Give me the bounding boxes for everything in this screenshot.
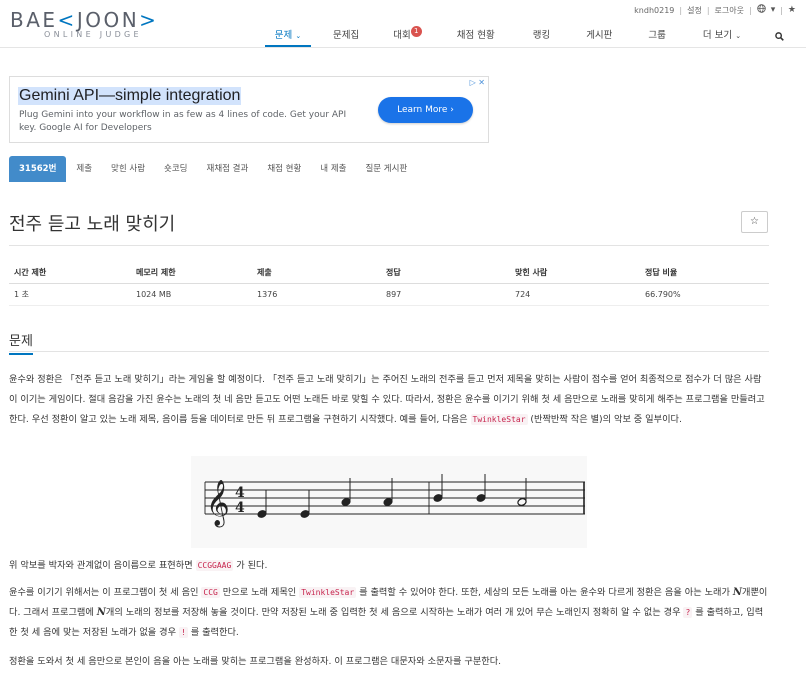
- search-icon[interactable]: [773, 29, 786, 47]
- table-cell: 1376: [257, 290, 278, 299]
- contest-count-badge: 1: [410, 26, 422, 37]
- logo-text-right: JOON: [76, 8, 140, 32]
- nav-item-problems[interactable]: 문제 ⌄: [265, 29, 311, 47]
- tab-question-board[interactable]: 질문 게시판: [356, 156, 416, 182]
- separator: |: [706, 5, 710, 15]
- tab-my-submissions[interactable]: 내 제출: [311, 156, 355, 182]
- inline-code: ?: [683, 607, 693, 618]
- nav-item-group[interactable]: 그룹: [646, 29, 667, 47]
- ad-choices-icon[interactable]: ▷ ✕: [470, 78, 485, 87]
- logo-bracket-icon: >: [139, 8, 159, 32]
- ad-learn-more-button[interactable]: Learn More ›: [378, 97, 473, 123]
- problem-paragraph: 위 악보를 박자와 관계없이 음이름으로 표현하면 CCGGAAG 가 된다.: [9, 556, 769, 576]
- table-cell: 1 초: [14, 290, 29, 299]
- table-header-cell: 정답 비율: [645, 268, 678, 277]
- inline-code: TwinkleStar: [470, 414, 528, 425]
- separator: |: [780, 5, 783, 15]
- table-header-cell: 맞힌 사람: [515, 268, 548, 277]
- paragraph-text: 윤수를 이기기 위해서는 이 프로그램이 첫 세 음인: [9, 587, 202, 598]
- nav-item-ranking[interactable]: 랭킹: [531, 29, 552, 47]
- table-cell: 1024 MB: [136, 290, 172, 299]
- tab-submit[interactable]: 제출: [67, 156, 101, 182]
- page-title: 전주 듣고 노래 맞히기: [9, 214, 176, 235]
- inline-code: CCGGAAG: [195, 560, 234, 571]
- table-header-cell: 정답: [386, 268, 401, 277]
- paragraph-text: 를 출력할 수 있어야 한다. 또한, 세상의 모든 노래를 아는 윤수와 다르…: [356, 587, 733, 598]
- site-logo[interactable]: BAE<JOON> ONLINE JUDGE: [10, 9, 158, 39]
- logo-subtitle: ONLINE JUDGE: [44, 30, 142, 39]
- table-header-cell: 메모리 제한: [136, 268, 176, 277]
- main-nav: 문제 ⌄ 문제집 대회 1 채점 현황 랭킹 게시판 그룹 더 보기 ⌄: [265, 26, 786, 47]
- paragraph-text: 가 된다.: [233, 560, 268, 571]
- logout-link[interactable]: 로그아웃: [715, 5, 744, 16]
- username-link[interactable]: kndh0219: [634, 6, 674, 15]
- nav-item-more[interactable]: 더 보기 ⌄: [701, 29, 743, 47]
- separator: |: [748, 5, 752, 15]
- advertisement[interactable]: Gemini API—simple integration Plug Gemin…: [9, 76, 489, 143]
- chevron-right-icon: ›: [450, 105, 454, 115]
- settings-link[interactable]: 설정: [687, 5, 702, 16]
- svg-text:4: 4: [235, 485, 245, 501]
- math-variable: N: [732, 587, 742, 598]
- chevron-down-icon[interactable]: ▾: [771, 5, 776, 15]
- problem-paragraph: 윤수를 이기기 위해서는 이 프로그램이 첫 세 음인 CCG 만으로 노래 제…: [9, 583, 769, 643]
- sheet-music-staff: 𝄞 4 4: [204, 474, 585, 528]
- nav-item-contest[interactable]: 대회 1: [391, 26, 422, 47]
- ad-title[interactable]: Gemini API—simple integration: [18, 87, 242, 105]
- logo-wordmark: BAE<JOON>: [10, 9, 158, 31]
- user-utility-bar: kndh0219 | 설정 | 로그아웃 | ▾ | ★: [634, 4, 796, 16]
- math-variable: N: [96, 607, 106, 618]
- svg-text:4: 4: [235, 500, 245, 516]
- paragraph-text: (반짝반짝 작은 별)의 악보 중 일부이다.: [527, 414, 682, 425]
- separator: |: [679, 5, 683, 15]
- logo-text-left: BAE: [10, 8, 58, 32]
- ad-button-label: Learn More: [397, 105, 448, 115]
- nav-item-status[interactable]: 채점 현황: [455, 29, 497, 47]
- table-cell: 724: [515, 290, 531, 299]
- tab-rejudge-results[interactable]: 재채점 결과: [198, 156, 258, 182]
- tab-solved-users[interactable]: 맞힌 사람: [102, 156, 154, 182]
- paragraph-text: 개의 노래의 정보를 저장해 놓을 것이다. 만약 저장된 노래 중 입력한 첫…: [105, 607, 684, 618]
- problem-info-table: 시간 제한 메모리 제한 제출 정답 맞힌 사람 정답 비율 1 초 1024 …: [9, 262, 769, 306]
- table-cell: 66.790%: [645, 290, 681, 299]
- table-row: 1 초 1024 MB 1376 897 724 66.790%: [9, 284, 769, 306]
- logo-bracket-icon: <: [57, 8, 77, 32]
- paragraph-text: 만으로 노래 제목인: [219, 587, 300, 598]
- inline-code: TwinkleStar: [299, 587, 357, 598]
- paragraph-text: 를 출력한다.: [187, 627, 239, 638]
- star-icon[interactable]: ★: [788, 5, 796, 15]
- nav-item-workbook[interactable]: 문제집: [331, 29, 361, 47]
- nav-label: 문제: [274, 30, 293, 41]
- tab-problem-number[interactable]: 31562번: [9, 156, 67, 182]
- problem-paragraph: 정환을 도와서 첫 세 음만으로 본인이 음을 아는 노래를 맞히는 프로그램을…: [9, 656, 502, 667]
- sheet-music-image: 𝄞 4 4: [191, 456, 587, 548]
- nav-item-board[interactable]: 게시판: [584, 29, 614, 47]
- svg-text:𝄞: 𝄞: [206, 480, 230, 528]
- problem-paragraph: 윤수와 정환은 「전주 듣고 노래 맞히기」라는 게임을 할 예정이다. 「전주…: [9, 370, 769, 430]
- title-divider: [9, 245, 769, 246]
- paragraph-text: 위 악보를 박자와 관계없이 음이름으로 표현하면: [9, 560, 196, 571]
- chevron-down-icon: ⌄: [735, 32, 742, 40]
- tab-status[interactable]: 채점 현황: [258, 156, 310, 182]
- nav-label: 더 보기: [702, 30, 733, 41]
- globe-icon[interactable]: [756, 4, 766, 16]
- section-divider: [9, 351, 769, 352]
- chevron-down-icon: ⌄: [295, 32, 302, 40]
- inline-code: CCG: [201, 587, 220, 598]
- problem-tabs: 31562번 제출 맞힌 사람 숏코딩 재채점 결과 채점 현황 내 제출 질문…: [9, 156, 417, 182]
- inline-code: !: [178, 627, 188, 638]
- table-header-cell: 제출: [257, 268, 272, 277]
- table-header-row: 시간 제한 메모리 제한 제출 정답 맞힌 사람 정답 비율: [9, 262, 769, 284]
- favorite-star-button[interactable]: ☆: [741, 211, 768, 233]
- header-divider: [0, 47, 806, 48]
- table-cell: 897: [386, 290, 402, 299]
- table-header-cell: 시간 제한: [14, 268, 47, 277]
- tab-short-coding[interactable]: 숏코딩: [155, 156, 196, 182]
- ad-description: Plug Gemini into your workflow in as few…: [19, 110, 347, 133]
- nav-label: 대회: [393, 30, 411, 41]
